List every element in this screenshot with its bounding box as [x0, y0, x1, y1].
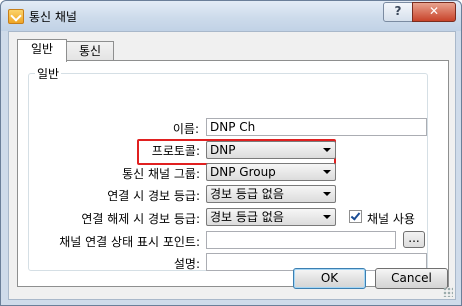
connect-alarm-select-value: 경보 등급 없음: [210, 187, 284, 201]
window-title: 통신 채널: [29, 10, 77, 24]
title-bar[interactable]: 통신 채널 ? ✕: [1, 1, 461, 31]
channel-group-select-value: DNP Group: [210, 165, 276, 179]
cancel-button[interactable]: Cancel: [375, 268, 448, 289]
description-label: 설명:: [173, 257, 200, 271]
channel-use-label[interactable]: 채널 사용: [367, 210, 415, 227]
checkmark-icon: [350, 210, 361, 221]
resize-grip-icon[interactable]: [443, 287, 453, 297]
app-icon: [8, 9, 24, 24]
channel-group-select[interactable]: DNP Group: [206, 163, 336, 181]
tab-communication[interactable]: 통신: [66, 41, 114, 61]
disconnect-alarm-label: 연결 해제 시 경보 등급:: [81, 212, 200, 226]
connect-alarm-label: 연결 시 경보 등급:: [107, 189, 200, 203]
name-label: 이름:: [172, 122, 199, 136]
protocol-select-value: DNP: [210, 143, 236, 157]
name-input[interactable]: DNP Ch: [206, 118, 427, 136]
general-group-title: 일반: [37, 67, 60, 81]
channel-use-checkbox[interactable]: [349, 210, 362, 223]
close-button[interactable]: ✕: [412, 2, 456, 22]
channel-group-label: 통신 채널 그룹:: [122, 167, 200, 181]
connect-alarm-select[interactable]: 경보 등급 없음: [206, 185, 336, 203]
dialog-body: 일반 통신 일반 이름: DNP Ch 프로토콜: DNP 통신 채널 그룹: …: [8, 31, 456, 300]
tab-panel-general: 일반 이름: DNP Ch 프로토콜: DNP 통신 채널 그룹: DNP Gr…: [17, 60, 449, 287]
protocol-label: 프로토콜:: [151, 144, 200, 158]
chevron-down-icon: [323, 215, 331, 219]
disconnect-alarm-select-value: 경보 등급 없음: [210, 210, 284, 224]
protocol-select[interactable]: DNP: [206, 141, 336, 159]
browse-button[interactable]: ...: [403, 231, 425, 248]
chevron-down-icon: [323, 148, 331, 152]
status-point-input[interactable]: [206, 231, 396, 249]
chevron-down-icon: [323, 192, 331, 196]
help-button[interactable]: ?: [383, 2, 413, 22]
tab-general[interactable]: 일반: [17, 39, 67, 62]
disconnect-alarm-select[interactable]: 경보 등급 없음: [206, 208, 336, 226]
chevron-down-icon: [323, 170, 331, 174]
status-point-label: 채널 연결 상태 표시 포인트:: [59, 235, 200, 249]
ok-button[interactable]: OK: [293, 268, 366, 289]
dialog-window: 통신 채널 ? ✕ 일반 통신 일반 이름: DNP Ch 프로토콜: DNP …: [0, 0, 462, 306]
